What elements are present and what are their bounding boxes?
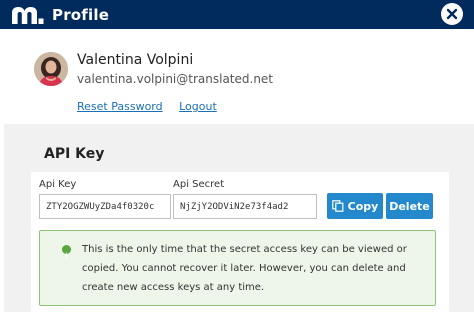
copy-button-label: Copy bbox=[347, 199, 379, 213]
matecat-logo-icon bbox=[10, 4, 44, 26]
api-key-heading: API Key bbox=[44, 146, 105, 162]
api-secret-label: Api Secret bbox=[173, 179, 225, 190]
copy-button[interactable]: Copy bbox=[327, 193, 383, 219]
copy-icon bbox=[331, 200, 344, 212]
api-key-label: Api Key bbox=[39, 179, 77, 190]
logout-link[interactable]: Logout bbox=[179, 100, 217, 113]
api-secret-field[interactable]: NjZjY2ODViN2e73f4ad2 bbox=[173, 194, 317, 219]
notice-box: This is the only time that the secret ac… bbox=[39, 230, 436, 306]
user-email: valentina.volpini@translated.net bbox=[77, 72, 274, 86]
reset-password-link[interactable]: Reset Password bbox=[77, 100, 163, 113]
user-name: Valentina Volpini bbox=[77, 52, 194, 68]
delete-button-label: Delete bbox=[389, 199, 430, 213]
close-icon[interactable] bbox=[441, 3, 463, 25]
profile-links: Reset Password Logout bbox=[77, 100, 230, 113]
page-title: Profile bbox=[52, 5, 110, 24]
api-key-field[interactable]: ZTY2OGZWUyZDa4f0320c bbox=[39, 194, 171, 219]
profile-section: Valentina Volpini valentina.volpini@tran… bbox=[34, 52, 464, 118]
api-key-panel: API Key Api Key ZTY2OGZWUyZDa4f0320c Api… bbox=[4, 124, 474, 312]
user-avatar bbox=[34, 52, 68, 86]
app-header: Profile bbox=[0, 0, 474, 29]
info-icon bbox=[62, 245, 71, 259]
notice-text: This is the only time that the secret ac… bbox=[82, 244, 407, 293]
delete-button[interactable]: Delete bbox=[386, 193, 433, 219]
api-key-card: Api Key ZTY2OGZWUyZDa4f0320c Api Secret … bbox=[31, 172, 449, 312]
